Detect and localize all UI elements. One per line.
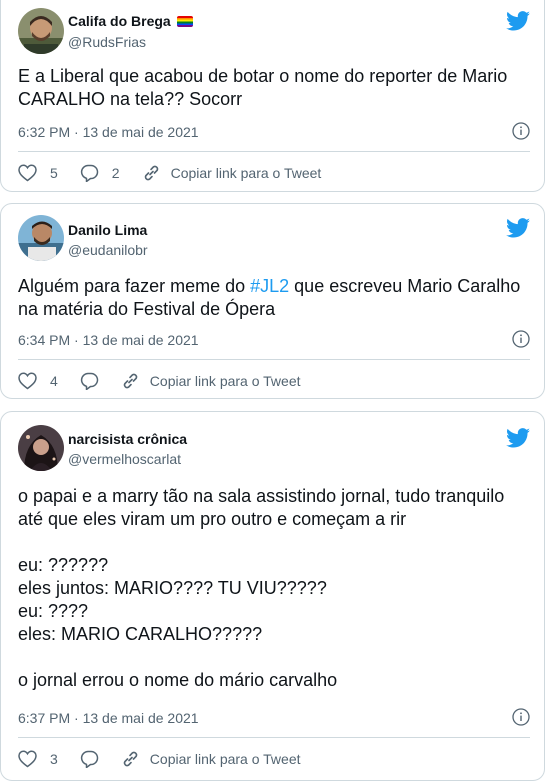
copy-link-label: Copiar link para o Tweet: [149, 751, 301, 767]
copy-link-button[interactable]: Copiar link para o Tweet: [142, 164, 322, 182]
author-name[interactable]: narcisista crônica: [68, 431, 187, 447]
author-handle[interactable]: @RudsFrias: [68, 34, 146, 50]
like-button[interactable]: 3: [18, 750, 58, 768]
avatar[interactable]: [18, 425, 64, 471]
heart-icon: [18, 164, 37, 182]
tweet-timestamp[interactable]: 6:37 PM · 13 de mai de 2021: [18, 710, 199, 726]
divider: [18, 737, 530, 738]
rainbow-flag-icon: [176, 16, 193, 27]
heart-icon: [18, 750, 37, 768]
tweet-card[interactable]: Califa do Brega @RudsFrias E a Liberal q…: [0, 0, 545, 192]
twitter-bird-icon[interactable]: [506, 11, 530, 31]
twitter-bird-icon[interactable]: [506, 428, 530, 448]
copy-link-button[interactable]: Copiar link para o Tweet: [121, 750, 301, 768]
like-button[interactable]: 5: [18, 164, 58, 182]
heart-icon: [18, 372, 37, 390]
author-handle[interactable]: @eudanilobr: [68, 242, 148, 258]
twitter-bird-icon[interactable]: [506, 218, 530, 238]
like-count: 5: [50, 165, 58, 181]
like-count: 4: [50, 373, 58, 389]
info-icon[interactable]: [512, 330, 530, 348]
tweet-timestamp[interactable]: 6:34 PM · 13 de mai de 2021: [18, 332, 199, 348]
info-icon[interactable]: [512, 708, 530, 726]
like-button[interactable]: 4: [18, 372, 58, 390]
tweet-timestamp[interactable]: 6:32 PM · 13 de mai de 2021: [18, 124, 199, 140]
reply-button[interactable]: [80, 750, 99, 768]
tweet-text: Alguém para fazer meme do #JL2 que escre…: [18, 276, 521, 319]
copy-link-label: Copiar link para o Tweet: [149, 373, 301, 389]
author-handle[interactable]: @vermelhoscarlat: [68, 451, 181, 467]
copy-link-label: Copiar link para o Tweet: [170, 165, 322, 181]
avatar[interactable]: [18, 8, 64, 54]
hashtag-link[interactable]: #JL2: [250, 276, 289, 296]
divider: [18, 359, 530, 360]
reply-count: 2: [111, 165, 120, 181]
reply-button[interactable]: 2: [80, 164, 120, 182]
reply-icon: [80, 164, 99, 182]
reply-icon: [80, 750, 99, 768]
reply-button[interactable]: [80, 372, 99, 390]
divider: [18, 151, 530, 152]
avatar[interactable]: [18, 215, 64, 261]
like-count: 3: [50, 751, 58, 767]
tweet-actions: 5 2 Copiar link para o Tweet: [18, 162, 530, 184]
tweet-card[interactable]: Danilo Lima @eudanilobr Alguém para faze…: [0, 203, 545, 399]
tweet-text: o papai e a marry tão na sala assistindo…: [18, 486, 505, 690]
tweet-actions: 3 Copiar link para o Tweet: [18, 748, 530, 770]
info-icon[interactable]: [512, 122, 530, 140]
copy-link-button[interactable]: Copiar link para o Tweet: [121, 372, 301, 390]
link-icon: [144, 165, 158, 181]
author-name[interactable]: Danilo Lima: [68, 222, 147, 238]
tweet-actions: 4 Copiar link para o Tweet: [18, 370, 530, 392]
link-icon: [123, 751, 137, 767]
tweet-card[interactable]: narcisista crônica @vermelhoscarlat o pa…: [0, 411, 545, 781]
link-icon: [123, 373, 137, 389]
reply-icon: [80, 372, 99, 390]
author-name[interactable]: Califa do Brega: [68, 13, 193, 29]
tweet-text: E a Liberal que acabou de botar o nome d…: [18, 66, 508, 109]
